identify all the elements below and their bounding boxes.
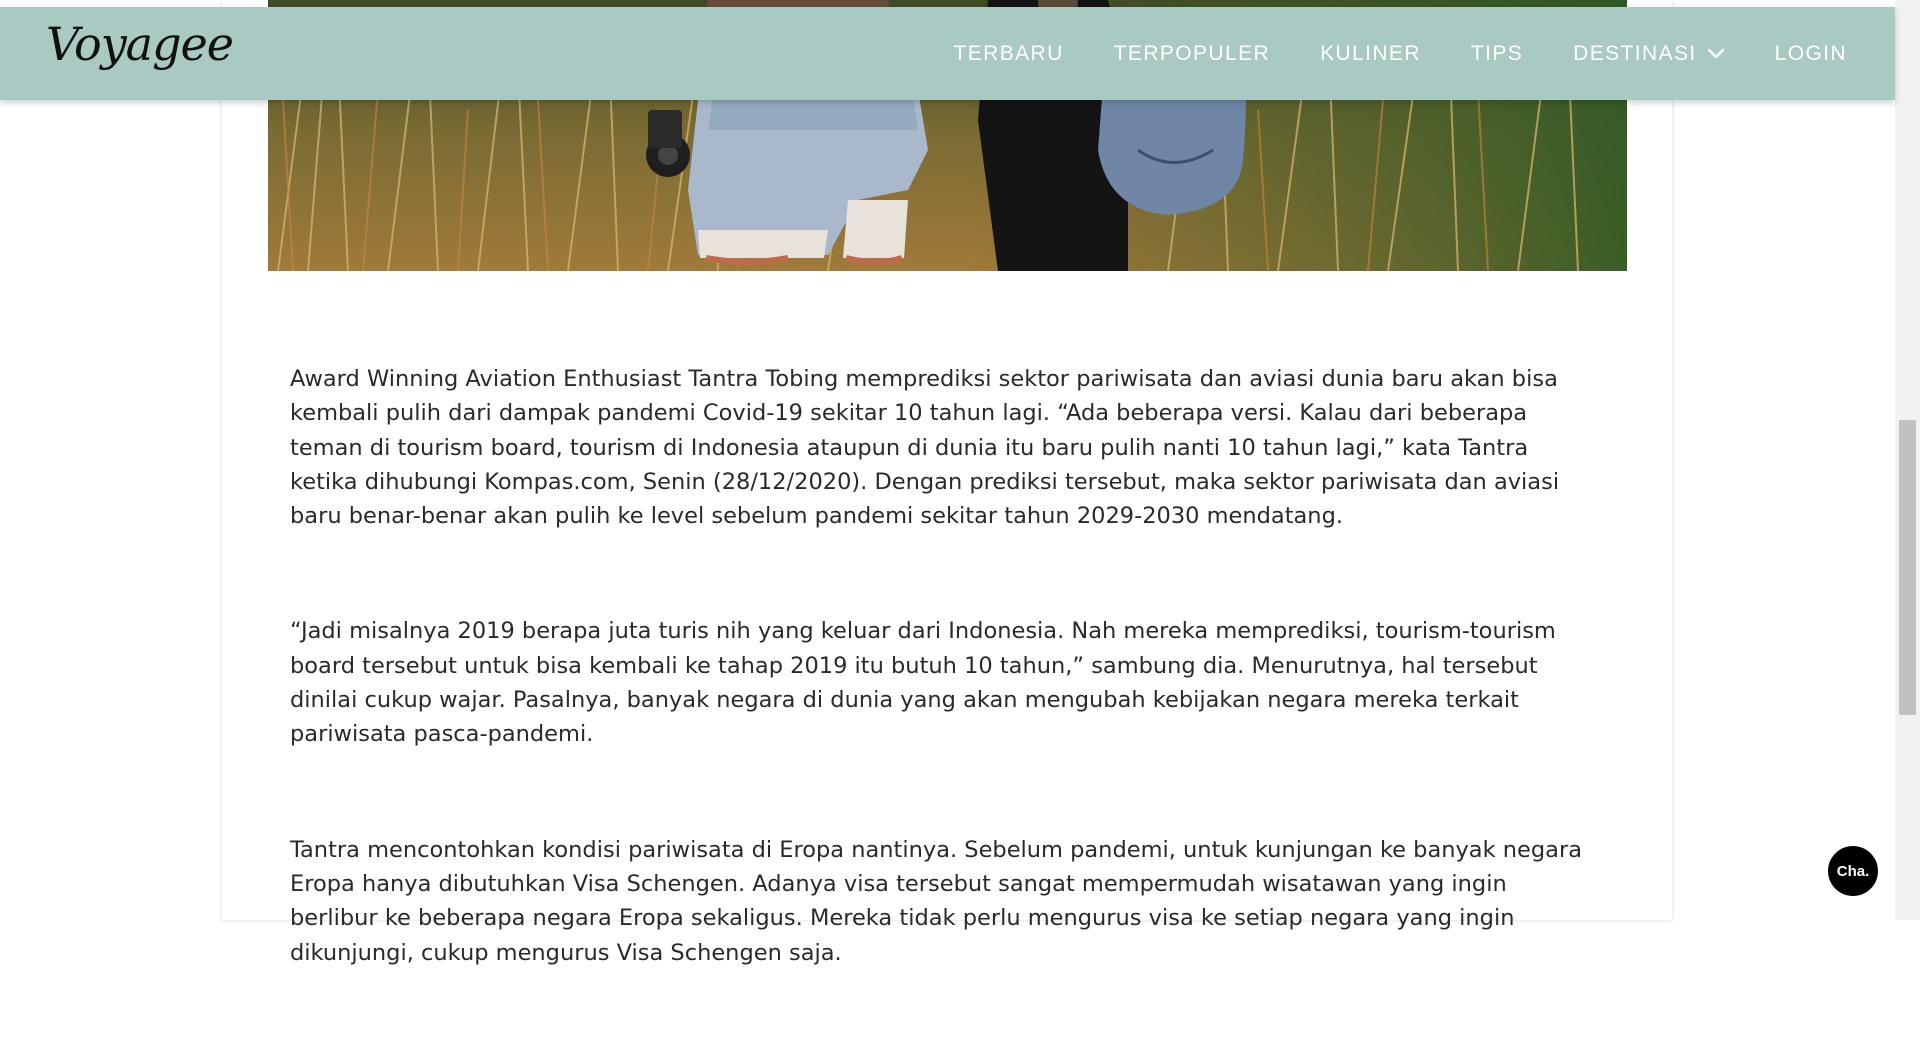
- nav-item-login[interactable]: LOGIN: [1775, 42, 1847, 66]
- nav-item-tips[interactable]: TIPS: [1471, 42, 1523, 66]
- nav-item-terbaru[interactable]: TERBARU: [954, 42, 1064, 66]
- article-paragraph-3: Tantra mencontohkan kondisi pariwisata d…: [290, 836, 1582, 966]
- nav-item-destinasi[interactable]: DESTINASI: [1573, 42, 1724, 66]
- nav-item-terpopuler[interactable]: TERPOPULER: [1114, 42, 1270, 66]
- article-paragraph-1: Award Winning Aviation Enthusiast Tantra…: [290, 366, 1560, 530]
- chevron-down-icon: [1707, 48, 1724, 58]
- scrollbar-thumb[interactable]: [1899, 420, 1916, 715]
- brand-logo[interactable]: Voyagee: [46, 19, 234, 70]
- nav-links: TERBARU TERPOPULER KULINER TIPS DESTINAS…: [954, 7, 1847, 100]
- nav-item-destinasi-label: DESTINASI: [1573, 41, 1697, 65]
- article-body: Award Winning Aviation Enthusiast Tantra…: [290, 362, 1600, 1051]
- chat-button[interactable]: Cha.: [1828, 846, 1878, 896]
- nav-item-kuliner[interactable]: KULINER: [1320, 42, 1421, 66]
- article-paragraph-2: “Jadi misalnya 2019 berapa juta turis ni…: [290, 618, 1556, 748]
- page-scrollbar[interactable]: [1895, 0, 1920, 920]
- top-navbar: Voyagee TERBARU TERPOPULER KULINER TIPS …: [0, 7, 1895, 100]
